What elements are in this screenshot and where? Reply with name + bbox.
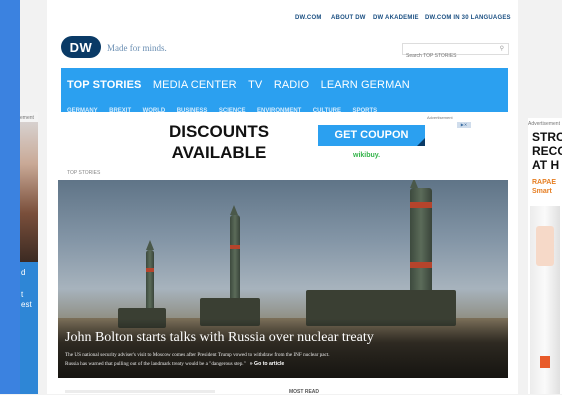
adchoices-icon[interactable]: ▶✕ — [457, 122, 471, 128]
ad-headline-line1: DISCOUNTS — [168, 122, 270, 141]
left-page-bar — [0, 0, 20, 394]
right-ad-brand-line: Smart — [532, 188, 552, 195]
left-ad-text: est — [21, 300, 32, 309]
ad-headline-line2: AVAILABLE — [171, 143, 267, 162]
right-ad-headline: STRO RECO AT H — [532, 130, 562, 172]
left-ad-label: ement — [20, 115, 34, 121]
ad-brand-name: wikibuy. — [353, 152, 381, 159]
subnav-item-germany[interactable]: GERMANY — [67, 108, 98, 114]
search-input[interactable] — [403, 51, 494, 61]
most-read-heading: MOST READ — [289, 389, 319, 395]
nav-item-learn-german[interactable]: LEARN GERMAN — [321, 79, 410, 91]
right-ad-label: Advertisement — [528, 121, 560, 127]
get-coupon-button[interactable]: GET COUPON — [318, 125, 425, 146]
ad-headline: DISCOUNTS AVAILABLE — [144, 121, 294, 163]
subnav-item-brexit[interactable]: BREXIT — [109, 108, 131, 114]
left-ad-text: d — [21, 268, 26, 277]
nav-sub-menu: GERMANY BREXIT WORLD BUSINESS SCIENCE EN… — [67, 99, 384, 117]
nav-item-top-stories[interactable]: TOP STORIES — [67, 79, 141, 91]
main-page: DW.COM ABOUT DW DW AKADEMIE DW.COM IN 30… — [47, 0, 518, 395]
right-ad-brand-line: RAPAE — [532, 179, 556, 186]
main-navigation: TOP STORIES MEDIA CENTER TV RADIO LEARN … — [61, 68, 508, 114]
topbar-link-languages[interactable]: DW.COM IN 30 LANGUAGES — [425, 15, 511, 21]
left-ad-text: t — [21, 290, 24, 299]
topbar-link-about[interactable]: ABOUT DW — [331, 15, 366, 21]
story-teaser-line: The US national security adviser's visit… — [65, 352, 330, 358]
topbar-link-akademie[interactable]: DW AKADEMIE — [373, 15, 419, 21]
left-side-advertisement[interactable]: ement d t est — [20, 112, 38, 394]
brand-slogan: Made for minds. — [107, 43, 167, 53]
banner-advertisement[interactable]: Advertisement DISCOUNTS AVAILABLE GET CO… — [61, 115, 508, 166]
right-ad-brand: RAPAE Smart — [532, 178, 556, 196]
subnav-item-environment[interactable]: ENVIRONMENT — [257, 108, 301, 114]
dw-logo[interactable]: DW — [61, 36, 101, 58]
go-to-article-link[interactable]: » Go to article — [250, 361, 285, 367]
section-label: TOP STORIES — [67, 170, 101, 176]
story-teaser-line: Russia has warned that pulling out of th… — [65, 361, 246, 367]
right-ad-product-image — [530, 206, 560, 394]
top-links-bar: DW.COM ABOUT DW DW AKADEMIE DW.COM IN 30… — [47, 12, 518, 26]
topbar-link-dwcom[interactable]: DW.COM — [295, 15, 322, 21]
dw-logo-text: DW — [69, 40, 93, 55]
subnav-item-business[interactable]: BUSINESS — [177, 108, 208, 114]
subnav-item-culture[interactable]: CULTURE — [313, 108, 341, 114]
right-ad-headline-line: AT H — [532, 158, 560, 172]
nav-main-menu: TOP STORIES MEDIA CENTER TV RADIO LEARN … — [67, 75, 417, 93]
subnav-item-sports[interactable]: SPORTS — [352, 108, 377, 114]
right-ad-headline-line: STRO — [532, 130, 562, 144]
right-side-advertisement[interactable]: Advertisement STRO RECO AT H RAPAE Smart — [528, 118, 562, 394]
story-headline[interactable]: John Bolton starts talks with Russia ove… — [65, 330, 374, 346]
content-divider — [65, 390, 215, 393]
nav-item-media-center[interactable]: MEDIA CENTER — [153, 79, 237, 91]
left-ad-photo — [20, 122, 38, 262]
ad-label: Advertisement — [427, 115, 453, 120]
search-icon[interactable]: ⚲ — [500, 45, 504, 52]
nav-item-radio[interactable]: RADIO — [274, 79, 309, 91]
story-teaser-line-with-link: Russia has warned that pulling out of th… — [65, 360, 475, 369]
right-ad-headline-line: RECO — [532, 144, 562, 158]
subnav-item-world[interactable]: WORLD — [143, 108, 166, 114]
hero-caption-overlay — [58, 319, 508, 378]
story-teaser: The US national security adviser's visit… — [65, 351, 475, 369]
left-ad-text-block: d t est — [20, 262, 38, 394]
nav-item-tv[interactable]: TV — [248, 79, 262, 91]
subnav-item-science[interactable]: SCIENCE — [219, 108, 246, 114]
search-box[interactable]: ⚲ — [402, 43, 509, 61]
